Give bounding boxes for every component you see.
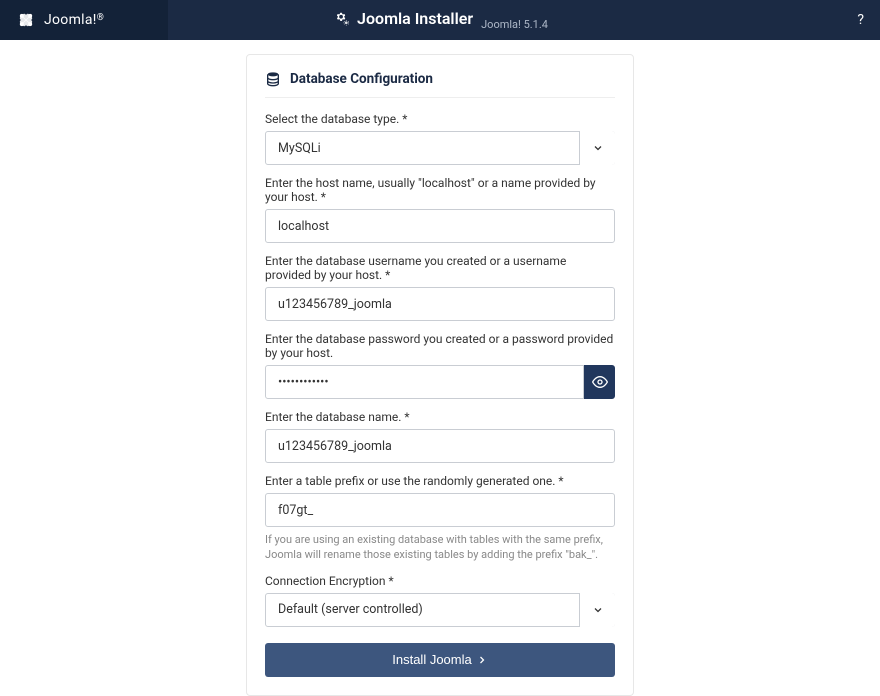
- dbtype-label: Select the database type. *: [265, 112, 615, 126]
- brand-area[interactable]: Joomla!®: [0, 0, 168, 40]
- brand-text: Joomla!®: [44, 12, 104, 28]
- prefix-label: Enter a table prefix or use the randomly…: [265, 474, 615, 488]
- config-card: Database Configuration Select the databa…: [246, 54, 634, 696]
- version-text: Joomla! 5.1.4: [481, 18, 548, 31]
- page-title-area: Joomla Installer Joomla! 5.1.4: [332, 9, 548, 31]
- password-toggle-button[interactable]: [584, 365, 615, 399]
- page-title: Joomla Installer: [357, 9, 473, 28]
- eye-icon: [592, 374, 608, 390]
- encryption-label: Connection Encryption *: [265, 574, 615, 588]
- prefix-input[interactable]: [265, 493, 615, 527]
- joomla-logo-icon: [16, 10, 36, 30]
- card-header: Database Configuration: [265, 71, 615, 98]
- install-button-label: Install Joomla: [392, 652, 471, 667]
- encryption-select[interactable]: [265, 593, 615, 627]
- card-title: Database Configuration: [290, 71, 433, 87]
- encryption-value[interactable]: [265, 593, 615, 627]
- chevron-right-icon: [476, 654, 488, 666]
- dbtype-value[interactable]: [265, 131, 615, 165]
- database-icon: [265, 71, 281, 87]
- password-label: Enter the database password you created …: [265, 332, 615, 360]
- dbname-label: Enter the database name. *: [265, 410, 615, 424]
- prefix-hint: If you are using an existing database wi…: [265, 532, 615, 563]
- username-label: Enter the database username you created …: [265, 254, 615, 282]
- gears-icon: [332, 10, 350, 28]
- username-input[interactable]: [265, 287, 615, 321]
- password-input[interactable]: [265, 365, 584, 399]
- host-label: Enter the host name, usually "localhost"…: [265, 176, 615, 204]
- dbname-input[interactable]: [265, 429, 615, 463]
- install-button[interactable]: Install Joomla: [265, 643, 615, 677]
- dbtype-select[interactable]: [265, 131, 615, 165]
- help-button[interactable]: ?: [857, 12, 864, 28]
- host-input[interactable]: [265, 209, 615, 243]
- top-bar: Joomla!® Joomla Installer Joomla! 5.1.4 …: [0, 0, 880, 40]
